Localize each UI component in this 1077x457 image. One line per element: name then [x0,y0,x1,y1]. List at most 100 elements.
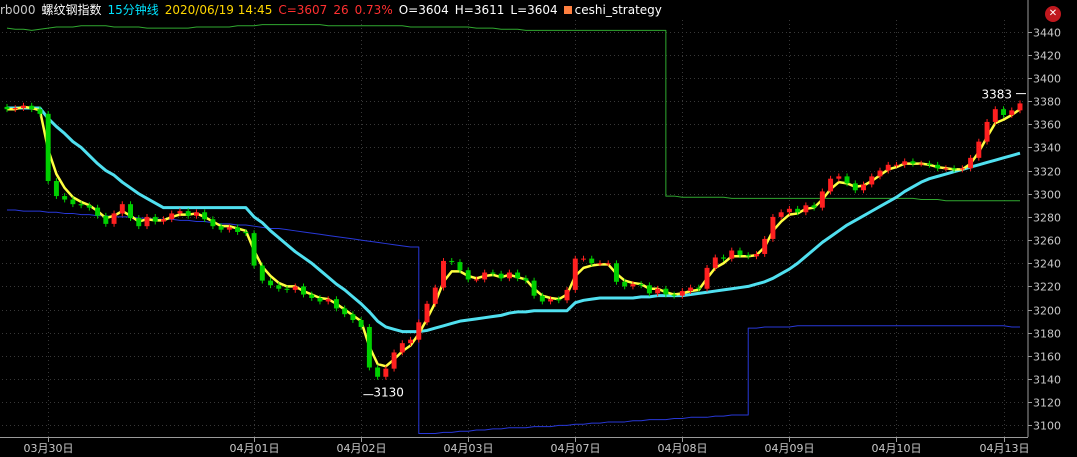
candle-body [449,260,455,263]
candle-body [53,181,59,197]
y-tick-label: 3340 [1033,142,1061,155]
candle-body [268,280,274,286]
candle-body [523,278,529,281]
candle-body [704,267,710,289]
candle-body [144,216,150,227]
candle-body [333,299,339,309]
candle-body [399,343,405,353]
symbol-code: rb000 [0,3,36,17]
candle-body [844,176,850,184]
candlestick-chart: 3130 3383 3100 3120 3140 3160 3180 3200 3220 324… [0,0,1061,455]
candle-body [465,270,471,280]
strategy-legend[interactable]: ceshi_strategy [563,3,668,17]
y-tick-label: 3220 [1033,281,1061,294]
candle-body [539,295,545,302]
series-line [7,105,1021,368]
y-tick-label: 3100 [1033,420,1061,433]
y-tick-label: 3300 [1033,189,1061,202]
candle-body [193,212,199,216]
candle-body [581,258,586,260]
candle-body [984,121,990,142]
candle-body [737,250,743,256]
candle-body [490,272,496,274]
period-label[interactable]: 15分钟线 [107,3,158,17]
candle-body [62,196,68,200]
candle-body [301,286,306,295]
candle-body [976,141,982,158]
candle-body [259,265,265,281]
y-tick-label: 3240 [1033,258,1061,271]
candle-body [869,176,875,185]
candle-body [622,281,628,287]
candle-body [432,287,438,304]
annotations: 3130 3383 [363,88,1026,400]
candle-body [119,204,125,214]
candle-body [152,216,158,222]
candle-body [811,205,817,208]
chart-grid [2,20,1025,437]
candle-body [819,191,825,208]
candle-body [753,253,759,257]
x-tick-label: 04月08日 [658,442,708,455]
candle-body [161,219,166,222]
candle-body [778,212,784,217]
candle-body [655,288,661,294]
candle-body [441,260,446,288]
candle-body [342,308,348,315]
candle-body [696,287,702,289]
candle-body [375,367,381,377]
candle-body [828,178,834,192]
candle-body [877,170,883,177]
y-tick-label: 3440 [1033,27,1061,40]
candle-body [457,262,463,271]
candle-body [803,205,809,213]
low-price: L=3604 [510,3,558,17]
candle-body [589,258,595,264]
candle-body [202,212,208,220]
y-tick-label: 3380 [1033,96,1061,109]
price-change: 26 [333,3,349,17]
series-line [7,209,1020,435]
candle-body [630,284,636,287]
candle-body [885,164,891,171]
candle-body [572,258,578,290]
x-tick-label: 04月03日 [444,442,494,455]
close-circle-icon[interactable]: ✕ [1045,6,1061,22]
candle-body [498,273,504,279]
annotation-label: 3130 [373,386,404,400]
y-axis: 3100 3120 3140 3160 3180 3200 3220 3240 3260 3280… [1027,0,1061,437]
candle-body [37,109,43,114]
y-tick-label: 3360 [1033,119,1061,132]
price-change-pct: 0.73% [354,3,393,17]
x-tick-label: 04月13日 [980,442,1030,455]
candle-body [408,339,414,344]
candle-body [646,285,652,294]
y-tick-label: 3180 [1033,328,1061,341]
candle-body [251,233,257,266]
candle-body [992,109,998,122]
candle-body [1009,110,1015,115]
candle-body [638,284,644,286]
candle-body [688,287,694,292]
y-tick-label: 3420 [1033,50,1061,63]
candle-body [861,184,866,191]
candle-body [473,279,479,281]
x-tick-label: 03月30日 [24,442,74,455]
candle-body [926,163,932,165]
x-tick-label: 04月07日 [551,442,601,455]
candle-body [1001,109,1006,115]
candle-body [712,257,718,268]
strategy-name: ceshi_strategy [574,3,662,17]
indicator-lines [6,24,1021,435]
candle-body [745,255,751,257]
bar-datetime: 2020/06/19 14:45 [164,3,273,17]
candle-body [177,211,183,214]
chart-header: rb000 螺纹钢指数 15分钟线 2020/06/19 14:45 C=3607 26 0… [0,0,1030,20]
candles [4,100,1023,380]
candle-body [564,289,570,301]
candle-body [169,213,175,220]
candle-body [762,238,768,254]
candle-body [309,294,315,298]
candle-body [597,263,603,265]
candle-body [1017,103,1023,111]
